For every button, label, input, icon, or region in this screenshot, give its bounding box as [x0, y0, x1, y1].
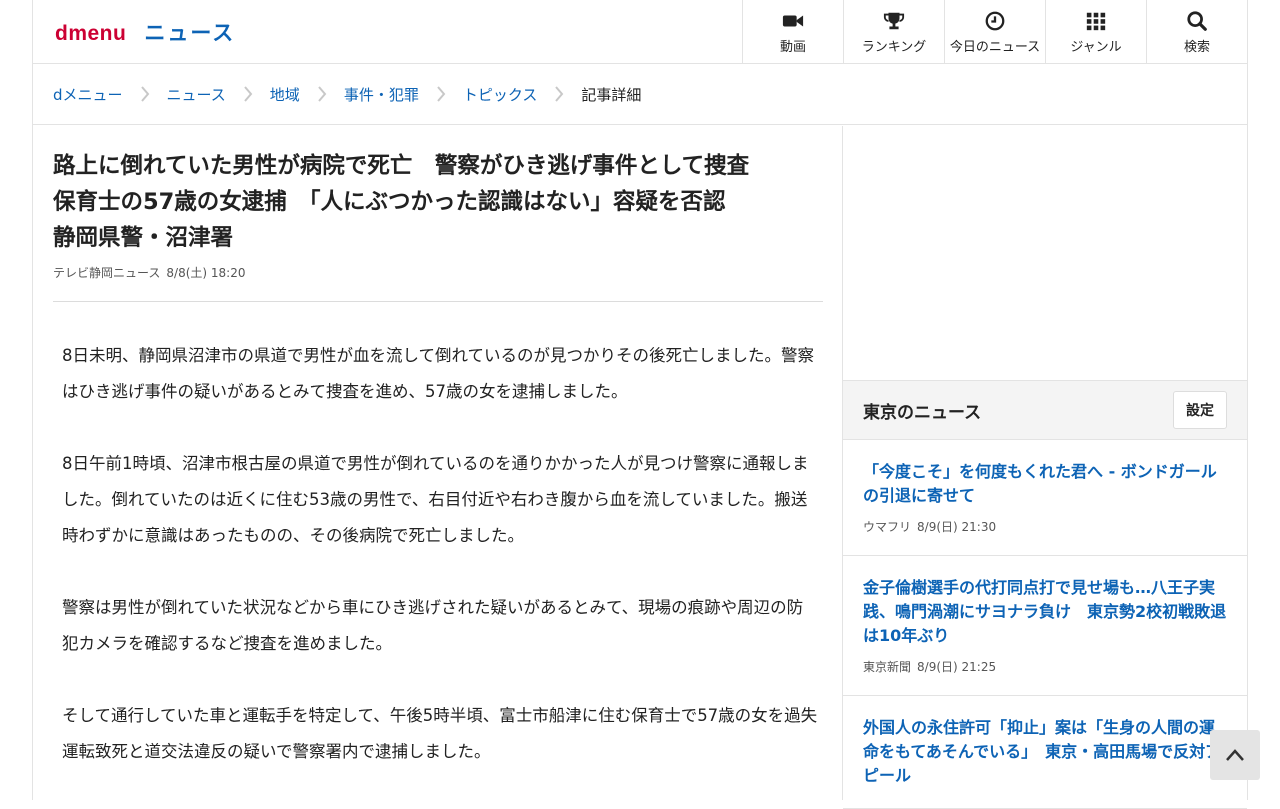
nav-ranking[interactable]: ランキング: [843, 0, 944, 63]
article-paragraph: そして通行していた車と運転手を特定して、午後5時半頃、富士市船津に住む保育士で5…: [62, 706, 818, 761]
news-item-source: 東京新聞: [863, 660, 912, 674]
news-item-source: ウマフリ: [863, 520, 912, 534]
back-to-top-button[interactable]: [1210, 730, 1260, 780]
news-list-item[interactable]: 外国人の永住許可「抑止」案は「生身の人間の運命をもてあそんでいる」 東京・高田馬…: [843, 696, 1247, 809]
article-datetime: 8/8(土) 18:20: [166, 266, 246, 280]
news-section-logo[interactable]: ニュース: [144, 17, 235, 47]
breadcrumb-dmenu[interactable]: dメニュー: [53, 84, 123, 105]
news-item-title[interactable]: 外国人の永住許可「抑止」案は「生身の人間の運命をもてあそんでいる」 東京・高田馬…: [863, 716, 1227, 788]
article-title-line: 静岡県警・沼津署: [53, 225, 234, 251]
news-item-datetime: 8/9(日) 21:30: [917, 520, 997, 534]
article-paragraph: 警察は男性が倒れていた状況などから車にひき逃げされた疑いがあるとみて、現場の痕跡…: [62, 598, 804, 653]
sidebar: 東京のニュース 設定 「今度こそ」を何度もくれた君へ - ボンドガールの引退に寄…: [842, 126, 1247, 809]
nav-ranking-label: ランキング: [861, 40, 927, 55]
article-title-line: 保育士の57歳の女逮捕 「人にぶつかった認識はない」容疑を否認: [53, 189, 726, 215]
nav-today-news[interactable]: 今日のニュース: [944, 0, 1045, 63]
clock-icon: [985, 11, 1005, 31]
divider: [53, 301, 823, 302]
news-item-title[interactable]: 金子倫樹選手の代打同点打で見せ場も…八王子実践、鳴門渦潮にサヨナラ負け 東京勢2…: [863, 576, 1227, 648]
news-list-item[interactable]: 金子倫樹選手の代打同点打で見せ場も…八王子実践、鳴門渦潮にサヨナラ負け 東京勢2…: [843, 556, 1247, 696]
nav-search[interactable]: 検索: [1146, 0, 1247, 63]
article-source[interactable]: テレビ静岡ニュース: [53, 264, 160, 281]
chevron-right-icon: [123, 86, 167, 102]
breadcrumb-region[interactable]: 地域: [270, 84, 300, 105]
breadcrumb: dメニュー ニュース 地域 事件・犯罪 トピックス 記事詳細: [33, 64, 1247, 125]
article-title: 路上に倒れていた男性が病院で死亡 警察がひき逃げ事件として捜査 保育士の57歳の…: [53, 148, 823, 256]
breadcrumb-crime[interactable]: 事件・犯罪: [344, 84, 419, 105]
breadcrumb-article-detail: 記事詳細: [581, 85, 642, 104]
chevron-right-icon: [226, 86, 270, 102]
news-item-title[interactable]: 「今度こそ」を何度もくれた君へ - ボンドガールの引退に寄せて: [863, 460, 1227, 508]
article: 路上に倒れていた男性が病院で死亡 警察がひき逃げ事件として捜査 保育士の57歳の…: [53, 126, 823, 806]
search-icon: [1187, 11, 1207, 31]
grid-icon: [1086, 12, 1106, 31]
nav-video-label: 動画: [779, 40, 806, 55]
article-title-line: 路上に倒れていた男性が病院で死亡 警察がひき逃げ事件として捜査: [53, 153, 750, 179]
breadcrumb-news[interactable]: ニュース: [167, 84, 226, 105]
article-paragraph: 8日未明、静岡県沼津市の県道で男性が血を流して倒れているのが見つかりその後死亡し…: [62, 346, 815, 401]
local-news-header: 東京のニュース 設定: [843, 380, 1247, 440]
trophy-icon: [883, 12, 905, 30]
news-item-meta: ウマフリ 8/9(日) 21:30: [863, 518, 1227, 535]
article-body: 8日未明、静岡県沼津市の県道で男性が血を流して倒れているのが見つかりその後死亡し…: [53, 338, 823, 770]
nav-video[interactable]: 動画: [742, 0, 843, 63]
video-camera-icon: [782, 15, 804, 27]
page-frame: dmenu ニュース 動画 ランキング 今日のニュース ジャンル 検索 dメニュ…: [32, 0, 1248, 809]
nav-genre-label: ジャンル: [1070, 40, 1122, 55]
article-meta: テレビ静岡ニュース 8/8(土) 18:20: [53, 264, 823, 281]
chevron-right-icon: [300, 86, 344, 102]
news-item-datetime: 8/9(日) 21:25: [917, 660, 997, 674]
site-logo[interactable]: dmenu ニュース: [55, 17, 235, 45]
dmenu-logo[interactable]: dmenu: [55, 22, 126, 46]
settings-button[interactable]: 設定: [1173, 391, 1227, 429]
nav-today-news-label: 今日のニュース: [949, 40, 1041, 55]
article-paragraph: 8日午前1時頃、沼津市根古屋の県道で男性が倒れているのを通りかかった人が見つけ警…: [62, 454, 809, 545]
nav-search-label: 検索: [1183, 40, 1210, 55]
chevron-up-icon: [1226, 749, 1244, 761]
news-list-item[interactable]: 「今度こそ」を何度もくれた君へ - ボンドガールの引退に寄せて ウマフリ 8/9…: [843, 440, 1247, 556]
local-news-title: 東京のニュース: [863, 402, 982, 423]
nav-genre[interactable]: ジャンル: [1045, 0, 1146, 63]
chevron-right-icon: [537, 86, 581, 102]
news-item-meta: 東京新聞 8/9(日) 21:25: [863, 658, 1227, 675]
site-header: dmenu ニュース 動画 ランキング 今日のニュース ジャンル 検索: [33, 0, 1247, 64]
header-nav: 動画 ランキング 今日のニュース ジャンル 検索: [742, 0, 1247, 63]
breadcrumb-topics[interactable]: トピックス: [463, 84, 538, 105]
chevron-right-icon: [419, 86, 463, 102]
ad-space: [843, 126, 1247, 380]
